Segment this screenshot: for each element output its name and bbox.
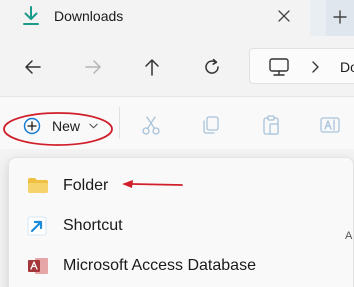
cut-icon[interactable] bbox=[140, 114, 162, 136]
up-arrow-icon[interactable] bbox=[141, 56, 163, 78]
menu-item-label: Folder bbox=[63, 177, 109, 194]
annotation-arrow bbox=[122, 180, 183, 188]
shortcut-icon bbox=[27, 216, 47, 236]
menu-item-label: Shortcut bbox=[63, 217, 123, 234]
plus-icon bbox=[333, 10, 347, 24]
chevron-right-icon[interactable] bbox=[310, 60, 320, 74]
address-path-text: Do bbox=[340, 59, 354, 75]
toolbar-separator bbox=[119, 107, 120, 139]
copy-icon[interactable] bbox=[200, 114, 222, 136]
menu-item-shortcut[interactable]: Shortcut bbox=[9, 206, 354, 246]
access-icon bbox=[28, 258, 48, 274]
menu-item-label: Microsoft Access Database bbox=[63, 257, 256, 274]
paste-icon[interactable] bbox=[260, 114, 282, 136]
navigation-bar: Do bbox=[0, 36, 354, 96]
close-icon[interactable] bbox=[276, 8, 292, 24]
menu-item-access-database[interactable]: Microsoft Access Database bbox=[9, 246, 354, 286]
tab-bar: Downloads bbox=[0, 0, 354, 36]
new-tab-button[interactable] bbox=[326, 0, 354, 36]
address-bar[interactable]: Do bbox=[249, 48, 354, 84]
back-arrow-icon[interactable] bbox=[22, 56, 44, 78]
background-fragment: A bbox=[345, 230, 353, 242]
tab-downloads[interactable]: Downloads bbox=[0, 0, 310, 36]
annotation-ellipse bbox=[3, 112, 113, 146]
refresh-icon[interactable] bbox=[201, 56, 223, 78]
this-pc-icon bbox=[269, 58, 289, 76]
rename-icon[interactable] bbox=[319, 114, 341, 136]
download-icon bbox=[23, 6, 39, 25]
folder-icon bbox=[28, 178, 48, 193]
forward-arrow-icon[interactable] bbox=[82, 56, 104, 78]
tab-title: Downloads bbox=[54, 8, 124, 24]
